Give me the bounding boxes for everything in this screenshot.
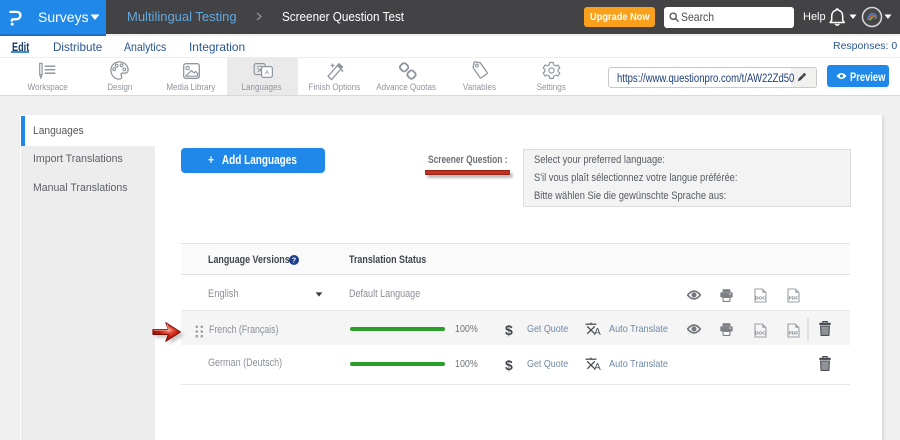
svg-text:PDF: PDF: [788, 330, 798, 336]
svg-text:?: ?: [291, 256, 296, 265]
svg-text:DOC: DOC: [755, 330, 766, 336]
svg-text:PDF: PDF: [788, 296, 798, 302]
svg-text:DOC: DOC: [755, 296, 766, 302]
svg-text:A: A: [594, 362, 601, 371]
svg-text:A: A: [265, 70, 270, 77]
svg-text:A: A: [594, 327, 601, 336]
